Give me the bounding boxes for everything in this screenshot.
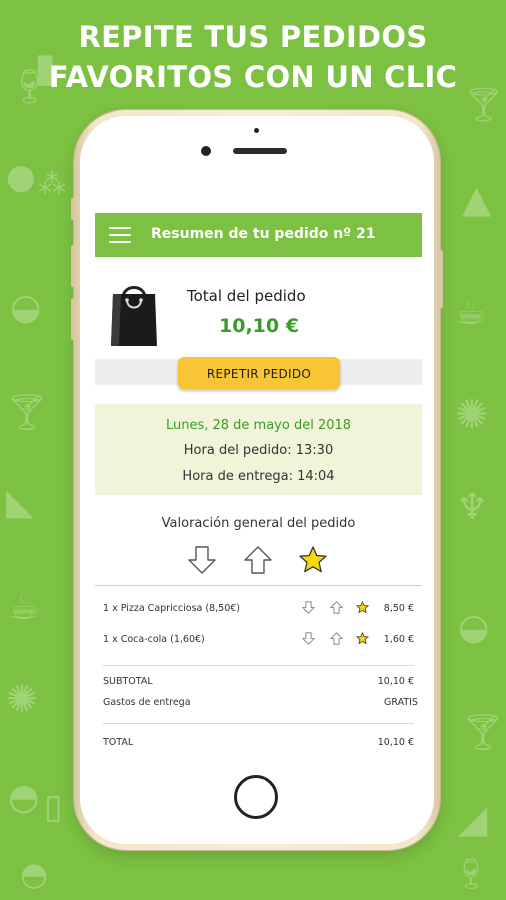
burger-icon: ◓: [20, 855, 48, 893]
noodle-bowl-icon: ◒: [458, 607, 490, 648]
order-date: Lunes, 28 de mayo del 2018: [165, 418, 352, 433]
star-icon[interactable]: [356, 632, 369, 645]
app-bar: Resumen de tu pedido nº 21: [95, 213, 422, 257]
app-screen: Resumen de tu pedido nº 21 Total del ped…: [95, 213, 422, 769]
cocktail-icon: 🍸︎: [4, 392, 50, 433]
repeat-order-button[interactable]: REPETIR PEDIDO: [178, 357, 340, 389]
order-time: Hora del pedido: 13:30: [183, 443, 334, 458]
page-title: Resumen de tu pedido nº 21: [151, 226, 376, 242]
coffee-cup-icon: ☕︎: [455, 292, 488, 333]
headline-line-2: FAVORITOS CON UN CLIC: [48, 60, 458, 94]
burger-icon: ◓: [8, 777, 40, 818]
hamburger-icon[interactable]: [109, 227, 131, 243]
apple-icon: ●: [6, 157, 36, 197]
proximity-sensor: [254, 128, 259, 133]
item-price: 1,60 €: [383, 634, 414, 645]
subtotal-value: 10,10 €: [377, 676, 414, 687]
thumb-down-arrow-icon[interactable]: [302, 601, 315, 614]
volume-down-button: [71, 298, 75, 340]
delivery-time: Hora de entrega: 14:04: [182, 469, 335, 484]
delivery-label: Gastos de entrega: [103, 697, 191, 708]
total-amount: 10,10 €: [219, 315, 299, 337]
grapes-icon: ⁂: [38, 167, 66, 200]
citrus-slice-icon: ✺: [6, 677, 38, 721]
subtotal-label: SUBTOTAL: [103, 676, 153, 687]
thumb-up-arrow-icon[interactable]: [330, 601, 343, 614]
total-divider: [103, 723, 414, 724]
total-label: Total del pedido: [187, 287, 306, 305]
item-description: 1 x Pizza Capricciosa (8,50€): [103, 603, 241, 614]
cake-icon: ▲: [462, 177, 492, 221]
home-button[interactable]: [234, 775, 278, 819]
volume-up-button: [71, 245, 75, 287]
power-button: [439, 250, 443, 308]
summary-divider: [103, 665, 414, 666]
side-button: [71, 198, 75, 220]
cocktail-icon: 🍸︎: [460, 712, 506, 753]
earpiece-speaker: [233, 148, 287, 154]
thumb-down-arrow-icon[interactable]: [302, 632, 315, 645]
total-row-value: 10,10 €: [377, 737, 414, 748]
rating-title: Valoración general del pedido: [161, 516, 356, 531]
thumb-down-arrow-icon[interactable]: [187, 545, 217, 575]
citrus-slice-icon: ✺: [455, 392, 489, 438]
wine-glass-icon: 🍷︎: [452, 857, 491, 892]
item-description: 1 x Coca-cola (1,60€): [103, 634, 205, 645]
item-price: 8,50 €: [383, 603, 414, 614]
front-camera: [201, 146, 211, 156]
delivery-value: GRATIS: [384, 697, 418, 708]
cake-icon: ◢: [458, 797, 488, 841]
cake-icon: ◣: [6, 482, 34, 523]
popsicle-icon: ▯: [44, 787, 63, 827]
noodle-bowl-icon: ◒: [10, 287, 42, 328]
total-row-label: TOTAL: [103, 737, 134, 748]
thumb-up-arrow-icon[interactable]: [243, 545, 273, 575]
ice-cream-icon: ♆: [456, 487, 489, 528]
section-divider: [95, 585, 422, 586]
shopping-bag-icon: [111, 286, 157, 346]
headline-line-1: REPITE TUS PEDIDOS: [78, 20, 428, 54]
order-info-panel: Lunes, 28 de mayo del 2018 Hora del pedi…: [95, 404, 422, 495]
coffee-cup-icon: ☕︎: [8, 587, 41, 628]
star-icon[interactable]: [356, 601, 369, 614]
thumb-up-arrow-icon[interactable]: [330, 632, 343, 645]
star-icon[interactable]: [298, 545, 328, 575]
